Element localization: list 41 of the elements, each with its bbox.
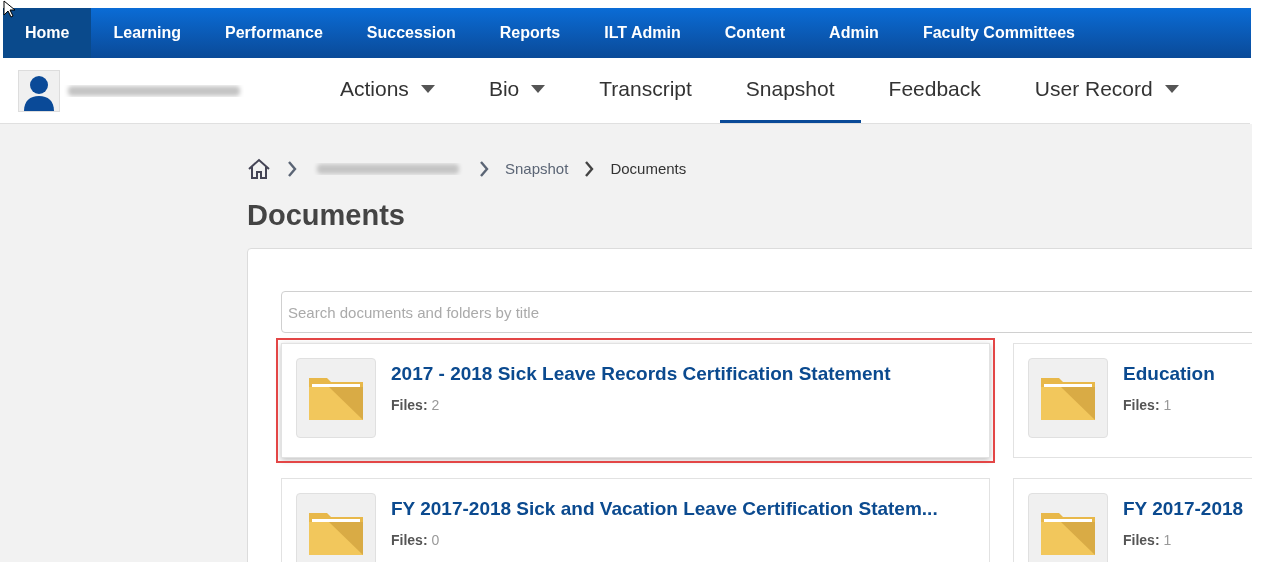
nav-tab[interactable]: Performance [203, 8, 345, 58]
folder-title[interactable]: FY 2017-2018 [1123, 495, 1244, 524]
home-icon[interactable] [247, 158, 271, 180]
breadcrumb-item: Documents [610, 158, 687, 179]
files-count: Files: 1 [1123, 530, 1173, 550]
nav-tab[interactable]: Reports [477, 8, 583, 58]
search-field[interactable]: Search documents and folders by title [281, 291, 1252, 333]
nav-tab[interactable]: ILT Admin [582, 8, 703, 58]
nav-tab[interactable]: Admin [807, 8, 901, 58]
profile-tab[interactable]: Transcript [573, 58, 718, 123]
folder-icon [309, 511, 363, 555]
caret-icon [531, 84, 546, 94]
profile-tab[interactable]: User Record [1008, 58, 1205, 123]
nav-tab[interactable]: Content [702, 8, 808, 58]
files-count: Files: 2 [391, 395, 441, 415]
caret-icon [1164, 84, 1179, 94]
chevron-right-icon [287, 161, 297, 177]
nav-tab[interactable]: Succession [344, 8, 478, 58]
folder-icon [1041, 376, 1095, 420]
folder-card[interactable]: FY 2017-2018 Files: 1 [1013, 478, 1252, 562]
caret-icon [420, 84, 435, 94]
folder-icon [309, 376, 363, 420]
folder-title[interactable]: Education [1123, 360, 1215, 389]
chevron-right-icon [584, 161, 595, 177]
chevron-right-icon [479, 161, 489, 177]
folder-card[interactable]: Education Files: 1 [1013, 343, 1252, 458]
folder-title[interactable]: FY 2017-2018 Sick and Vacation Leave Certification Statem... [391, 495, 938, 524]
avatar-icon [18, 69, 60, 112]
folder-title[interactable]: 2017 - 2018 Sick Leave Records Certification Statement [391, 360, 891, 389]
folder-card[interactable]: FY 2017-2018 Sick and Vacation Leave Certification Statem... Files: 0 [281, 478, 990, 562]
breadcrumb-item[interactable]: Snapshot [505, 157, 569, 181]
nav-tab[interactable]: Faculty Committees [900, 8, 1097, 58]
page-title: Documents [247, 198, 406, 232]
folder-icon [1041, 511, 1095, 555]
nav-tab[interactable]: Learning [91, 8, 203, 58]
files-count: Files: 1 [1123, 395, 1173, 415]
nav-tab[interactable]: Home [3, 8, 92, 58]
profile-tab[interactable]: Actions [314, 58, 461, 123]
profile-tab[interactable]: Bio [462, 58, 572, 123]
profile-tab[interactable]: Feedback [862, 58, 1007, 123]
files-count: Files: 0 [391, 530, 441, 550]
